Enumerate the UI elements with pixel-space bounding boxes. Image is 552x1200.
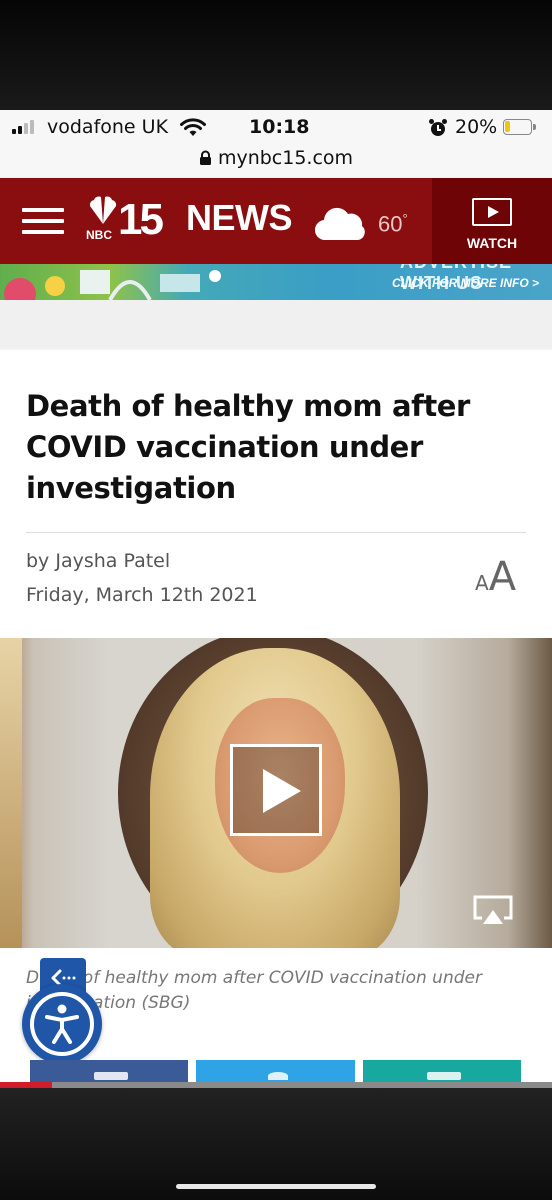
temperature: 60° bbox=[378, 211, 408, 237]
clock: 10:18 bbox=[249, 116, 310, 138]
battery-level-fill bbox=[505, 121, 510, 132]
divider bbox=[26, 532, 526, 533]
article-date: Friday, March 12th 2021 bbox=[26, 584, 258, 606]
lock-icon bbox=[199, 150, 211, 165]
article-headline: Death of healthy mom after COVID vaccina… bbox=[26, 389, 470, 505]
text-size-small-label: A bbox=[475, 571, 489, 595]
phone: vodafone UK 10:18 20% mynbc15.com NBC 15… bbox=[0, 0, 552, 1200]
status-bar: vodafone UK 10:18 20% bbox=[0, 110, 552, 146]
watch-label: WATCH bbox=[466, 235, 518, 251]
battery-icon bbox=[503, 119, 536, 135]
site-header: NBC 15 NEWS 60° WATCH bbox=[0, 178, 552, 264]
wifi-icon bbox=[180, 118, 206, 136]
peacock-icon bbox=[89, 196, 117, 224]
article-byline: by Jaysha Patel bbox=[26, 550, 171, 572]
article-header: Death of healthy mom after COVID vaccina… bbox=[0, 350, 552, 638]
device-top-bezel bbox=[0, 0, 552, 110]
text-size-button[interactable]: AA bbox=[475, 554, 516, 600]
airplay-icon[interactable] bbox=[472, 894, 514, 926]
home-indicator[interactable] bbox=[176, 1184, 376, 1189]
video-player[interactable] bbox=[0, 638, 552, 948]
play-icon[interactable] bbox=[230, 744, 322, 836]
carrier-name: vodafone UK bbox=[47, 116, 169, 138]
share-twitter-button[interactable] bbox=[196, 1060, 355, 1084]
url-text: mynbc15.com bbox=[217, 147, 354, 169]
cloud-icon bbox=[314, 207, 365, 241]
ad-banner[interactable]: ADVERTISE WITH US CLICK FOR MORE INFO > bbox=[0, 264, 552, 300]
address-bar[interactable]: mynbc15.com bbox=[0, 146, 552, 178]
screen: vodafone UK 10:18 20% mynbc15.com NBC 15… bbox=[0, 110, 552, 1088]
logo-channel-number: 15 bbox=[118, 195, 164, 244]
video-thumbnail-edge bbox=[0, 638, 22, 948]
alarm-icon bbox=[429, 119, 447, 136]
ad-cta[interactable]: CLICK FOR MORE INFO > bbox=[392, 276, 539, 290]
logo-news-text: NEWS bbox=[186, 197, 293, 238]
watch-icon bbox=[472, 198, 512, 226]
signal-icon bbox=[12, 120, 34, 134]
logo-nbc-text: NBC bbox=[86, 228, 112, 242]
battery-percentage: 20% bbox=[455, 116, 498, 138]
accessibility-button[interactable] bbox=[22, 984, 102, 1064]
ad-spacer bbox=[0, 300, 552, 348]
hamburger-icon[interactable] bbox=[22, 208, 64, 234]
video-caption: Death of healthy mom after COVID vaccina… bbox=[26, 968, 482, 1013]
watch-button[interactable]: WATCH bbox=[432, 178, 552, 264]
accessibility-icon bbox=[45, 1004, 79, 1044]
text-size-large-label: A bbox=[488, 554, 517, 600]
share-facebook-button[interactable] bbox=[30, 1060, 188, 1084]
share-email-button[interactable] bbox=[363, 1060, 521, 1084]
ad-artwork bbox=[4, 270, 221, 300]
